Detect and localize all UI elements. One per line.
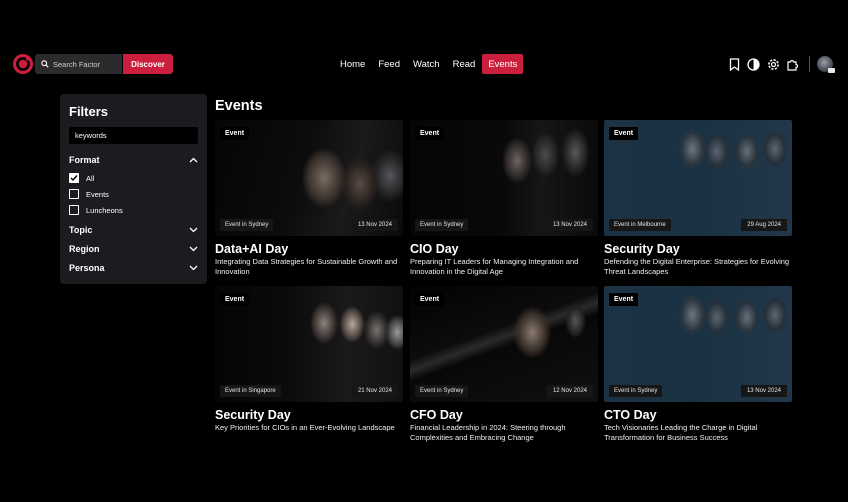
event-description: Preparing IT Leaders for Managing Integr… bbox=[410, 257, 579, 276]
event-thumbnail[interactable]: Event Event in Singapore 21 Nov 2024 bbox=[215, 286, 403, 402]
top-bar: Discover Home Feed Watch Read Events bbox=[0, 52, 848, 78]
puzzle-icon[interactable] bbox=[786, 57, 800, 71]
chevron-down-icon[interactable] bbox=[188, 263, 198, 273]
format-option-label: Luncheons bbox=[86, 205, 123, 215]
event-thumbnail[interactable]: Event Event in Sydney 13 Nov 2024 bbox=[410, 120, 598, 236]
event-description: Integrating Data Strategies for Sustaina… bbox=[215, 257, 398, 276]
event-title[interactable]: CIO Day bbox=[410, 242, 598, 256]
header-divider bbox=[809, 56, 810, 72]
format-option-label: All bbox=[86, 173, 95, 183]
event-title[interactable]: Security Day bbox=[604, 242, 792, 256]
search-icon bbox=[41, 55, 49, 73]
search-box[interactable] bbox=[35, 54, 122, 74]
keywords-input[interactable] bbox=[69, 127, 198, 144]
event-date: 12 Nov 2024 bbox=[546, 385, 593, 397]
event-location: Event in Singapore bbox=[220, 385, 281, 397]
event-location: Event in Sydney bbox=[220, 219, 274, 231]
event-date: 13 Nov 2024 bbox=[740, 385, 787, 397]
event-description: Key Priorities for CIOs in an Ever-Evolv… bbox=[215, 423, 395, 432]
region-filter-header[interactable]: Region bbox=[69, 241, 198, 257]
event-description: Tech Visionaries Leading the Charge in D… bbox=[604, 423, 758, 442]
search-input[interactable] bbox=[53, 59, 121, 69]
header-actions bbox=[727, 55, 835, 73]
event-card[interactable]: Event Event in Melbourne 29 Aug 2024 Sec… bbox=[604, 120, 792, 277]
event-badge: Event bbox=[609, 293, 639, 306]
filters-panel: Filters Format All Events Luncheons Topi… bbox=[60, 94, 207, 284]
event-title[interactable]: Security Day bbox=[215, 408, 403, 422]
bookmark-icon[interactable] bbox=[727, 57, 741, 71]
theme-toggle-icon[interactable] bbox=[747, 57, 761, 71]
event-thumbnail[interactable]: Event Event in Sydney 13 Nov 2024 bbox=[604, 286, 792, 402]
event-card[interactable]: Event Event in Sydney 13 Nov 2024 CIO Da… bbox=[410, 120, 598, 277]
gear-icon[interactable] bbox=[766, 57, 780, 71]
format-options: All Events Luncheons bbox=[69, 170, 198, 218]
event-date: 13 Nov 2024 bbox=[351, 219, 398, 231]
event-badge: Event bbox=[415, 127, 445, 140]
logo-icon[interactable] bbox=[13, 54, 33, 74]
event-date: 29 Aug 2024 bbox=[741, 219, 787, 231]
event-badge: Event bbox=[415, 293, 445, 306]
event-title[interactable]: CFO Day bbox=[410, 408, 598, 422]
event-badge: Event bbox=[220, 293, 250, 306]
event-card[interactable]: Event Event in Sydney 13 Nov 2024 Data+A… bbox=[215, 120, 403, 277]
event-badge: Event bbox=[220, 127, 250, 140]
format-filter-label: Format bbox=[69, 155, 100, 165]
event-date: 13 Nov 2024 bbox=[546, 219, 593, 231]
event-title[interactable]: CTO Day bbox=[604, 408, 792, 422]
format-filter-header[interactable]: Format bbox=[69, 152, 198, 168]
filters-title: Filters bbox=[69, 104, 109, 119]
avatar-badge bbox=[828, 68, 835, 73]
event-location: Event in Sydney bbox=[415, 385, 469, 397]
nav-watch[interactable]: Watch bbox=[407, 54, 446, 74]
nav-events[interactable]: Events bbox=[482, 54, 524, 74]
topic-filter-header[interactable]: Topic bbox=[69, 222, 198, 238]
event-card[interactable]: Event Event in Sydney 13 Nov 2024 CTO Da… bbox=[604, 286, 792, 443]
format-option-luncheons[interactable]: Luncheons bbox=[69, 202, 198, 218]
format-option-label: Events bbox=[86, 189, 109, 199]
format-option-events[interactable]: Events bbox=[69, 186, 198, 202]
nav-feed[interactable]: Feed bbox=[372, 54, 406, 74]
chevron-up-icon[interactable] bbox=[188, 155, 198, 165]
event-badge: Event bbox=[609, 127, 639, 140]
event-description: Defending the Digital Enterprise: Strate… bbox=[604, 257, 790, 276]
persona-filter-label: Persona bbox=[69, 263, 105, 273]
topic-filter-label: Topic bbox=[69, 225, 93, 235]
region-filter-label: Region bbox=[69, 244, 100, 254]
avatar[interactable] bbox=[817, 56, 835, 73]
event-date: 21 Nov 2024 bbox=[351, 385, 398, 397]
page-title: Events bbox=[215, 98, 263, 114]
persona-filter-header[interactable]: Persona bbox=[69, 260, 198, 276]
nav-home[interactable]: Home bbox=[334, 54, 371, 74]
event-description: Financial Leadership in 2024: Steering t… bbox=[410, 423, 566, 442]
nav-read[interactable]: Read bbox=[447, 54, 482, 74]
chevron-down-icon[interactable] bbox=[188, 225, 198, 235]
event-thumbnail[interactable]: Event Event in Sydney 13 Nov 2024 bbox=[215, 120, 403, 236]
event-location: Event in Sydney bbox=[609, 385, 663, 397]
event-thumbnail[interactable]: Event Event in Sydney 12 Nov 2024 bbox=[410, 286, 598, 402]
event-card[interactable]: Event Event in Singapore 21 Nov 2024 Sec… bbox=[215, 286, 403, 433]
event-title[interactable]: Data+AI Day bbox=[215, 242, 403, 256]
checkbox[interactable] bbox=[69, 189, 79, 199]
event-location: Event in Sydney bbox=[415, 219, 469, 231]
checkbox-checked[interactable] bbox=[69, 173, 79, 183]
checkbox[interactable] bbox=[69, 205, 79, 215]
event-location: Event in Melbourne bbox=[609, 219, 671, 231]
format-option-all[interactable]: All bbox=[69, 170, 198, 186]
event-card[interactable]: Event Event in Sydney 12 Nov 2024 CFO Da… bbox=[410, 286, 598, 443]
chevron-down-icon[interactable] bbox=[188, 244, 198, 254]
event-thumbnail[interactable]: Event Event in Melbourne 29 Aug 2024 bbox=[604, 120, 792, 236]
discover-button[interactable]: Discover bbox=[123, 54, 173, 74]
main-nav: Home Feed Watch Read Events bbox=[334, 54, 524, 74]
